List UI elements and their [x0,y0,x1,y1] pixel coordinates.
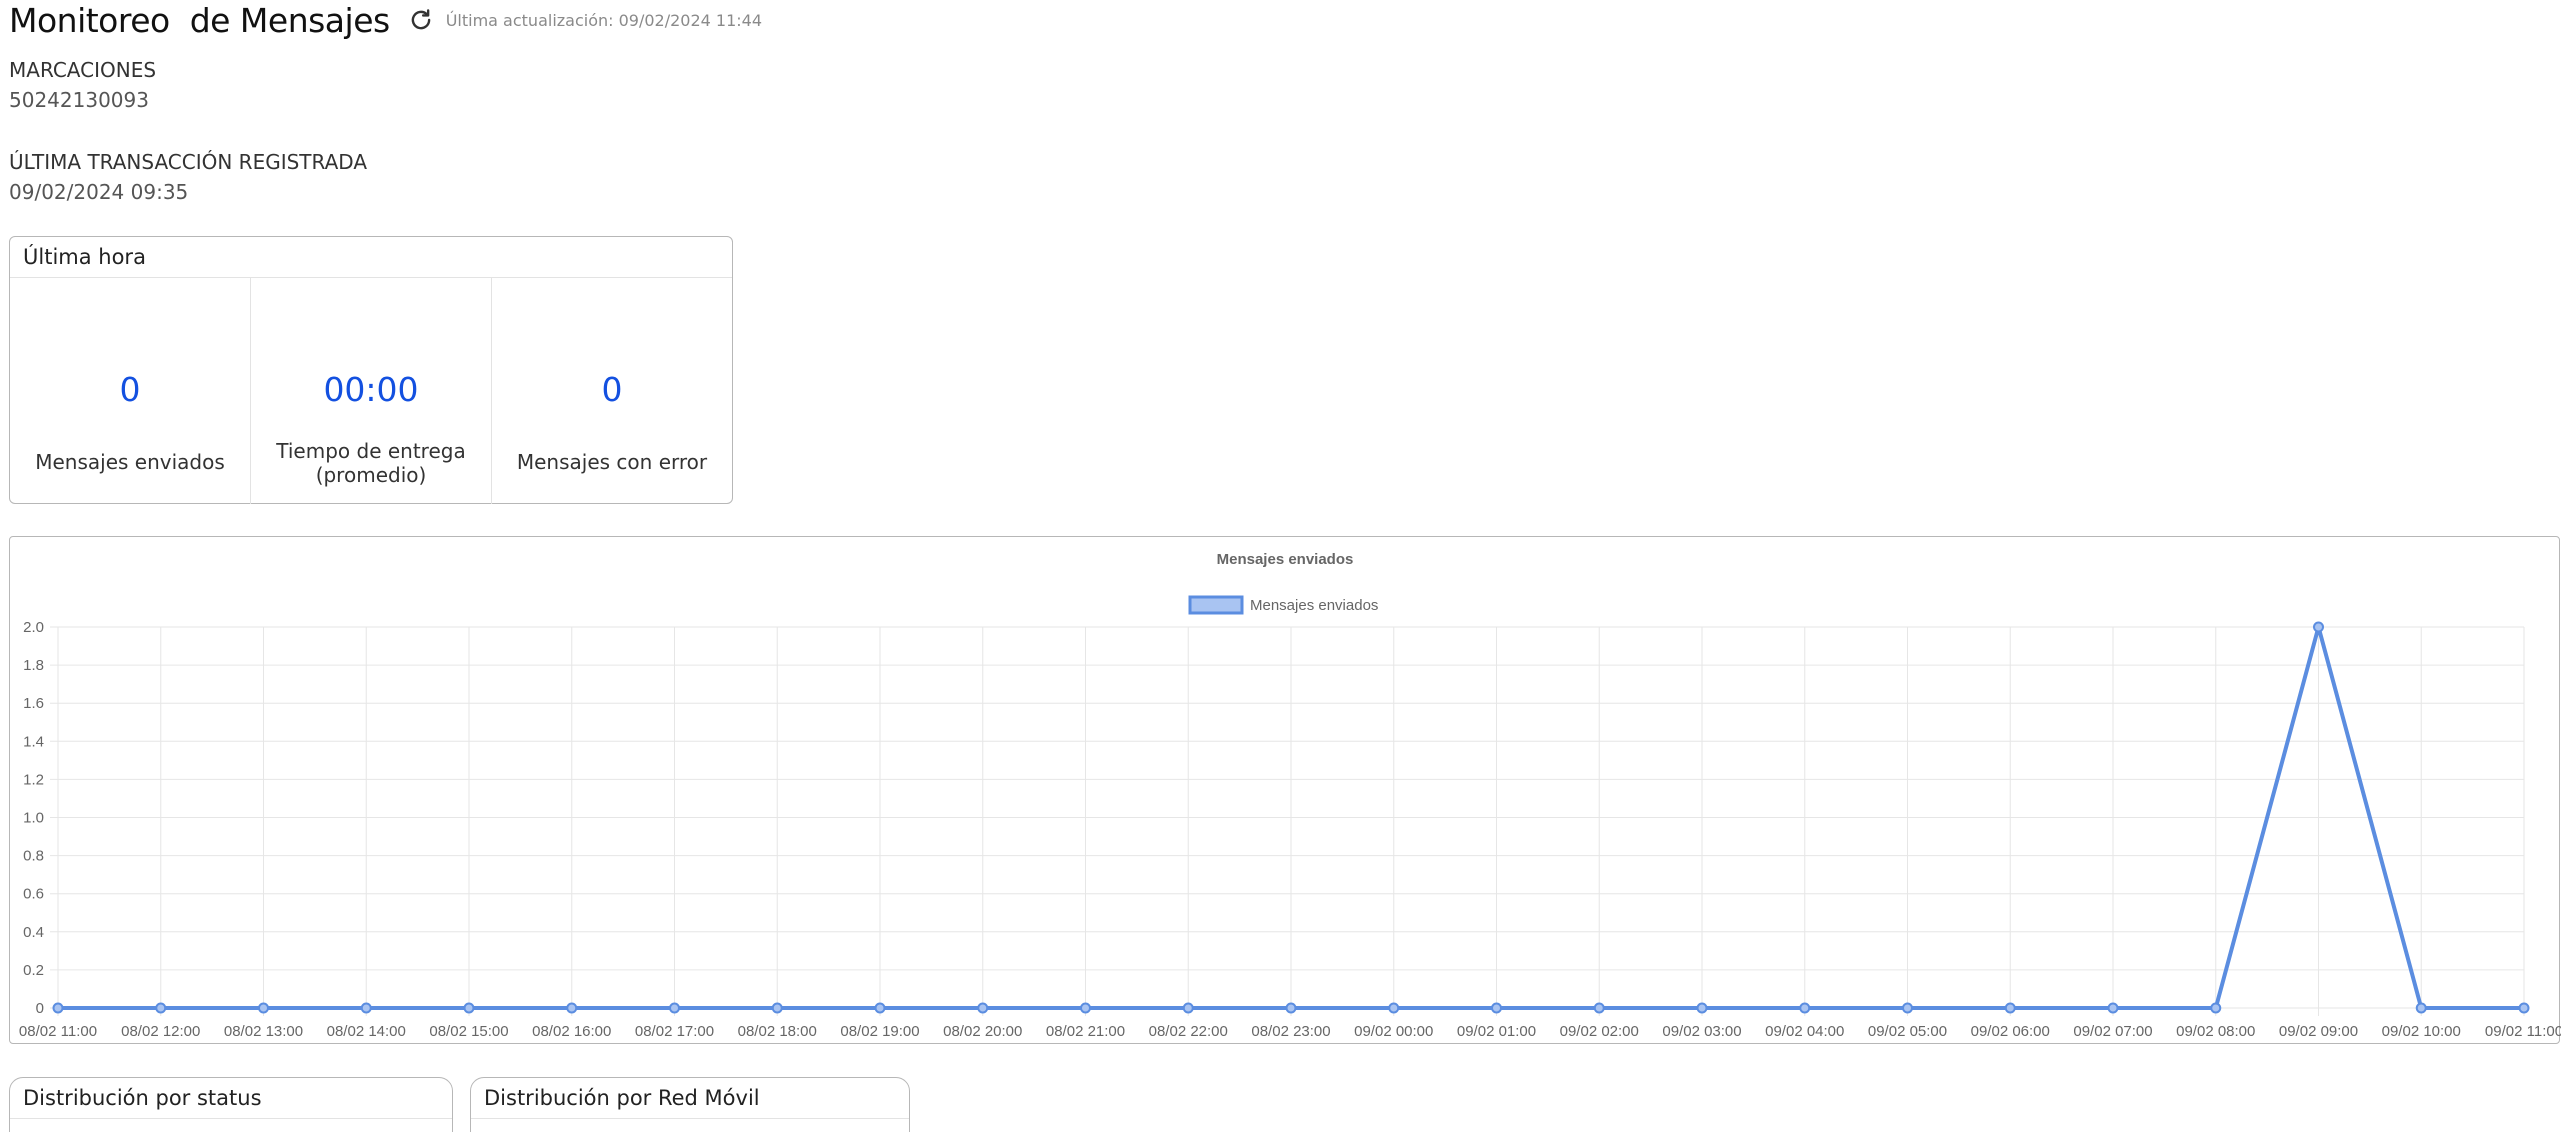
stat-label: Mensajes enviados [35,450,225,474]
status-distribution-title: Distribución por status [10,1078,452,1119]
y-tick-label: 2.0 [23,619,44,636]
data-point [2004,1002,2016,1014]
data-point [1285,1002,1297,1014]
x-tick-label: 08/02 22:00 [1149,1023,1228,1040]
stat-label-line1: Tiempo de entrega [276,439,466,463]
x-tick-label: 09/02 11:00 [2485,1023,2561,1040]
x-tick-label: 08/02 19:00 [840,1023,919,1040]
x-tick-label: 08/02 11:00 [19,1023,97,1040]
x-tick-label: 09/02 09:00 [2279,1023,2358,1040]
x-tick-label: 08/02 12:00 [121,1023,200,1040]
legend-swatch [1188,595,1244,615]
x-tick-label: 08/02 18:00 [738,1023,817,1040]
data-point [2518,1002,2530,1014]
y-tick-label: 0.4 [23,924,44,941]
data-point [155,1002,167,1014]
stat-mensajes-error: 0 Mensajes con error [492,278,732,504]
x-tick-label: 08/02 17:00 [635,1023,714,1040]
marcaciones-label: MARCACIONES [9,58,157,82]
x-tick-label: 09/02 02:00 [1560,1023,1639,1040]
refresh-button[interactable] [406,5,436,35]
ultima-hora-title: Última hora [10,237,732,278]
x-tick-label: 08/02 15:00 [429,1023,508,1040]
y-tick-label: 0 [36,1000,44,1017]
x-tick-label: 08/02 16:00 [532,1023,611,1040]
data-point [52,1002,64,1014]
data-point [566,1002,578,1014]
last-update-text: Última actualización: 09/02/2024 11:44 [445,10,763,30]
data-point [1593,1002,1605,1014]
ultima-transaccion-value: 09/02/2024 09:35 [9,180,189,204]
chart-title: Mensajes enviados [1217,551,1354,568]
data-point [771,1002,783,1014]
data-point [2415,1002,2427,1014]
ultima-hora-card: Última hora 0 Mensajes enviados 00:00 Ti… [9,236,733,504]
legend-label: Mensajes enviados [1250,597,1378,614]
data-point [1696,1002,1708,1014]
y-tick-label: 1.8 [23,657,44,674]
y-tick-label: 0.2 [23,962,44,979]
ultima-transaccion-label: ÚLTIMA TRANSACCIÓN REGISTRADA [9,150,368,174]
data-point [1388,1002,1400,1014]
data-point [1799,1002,1811,1014]
data-point [1902,1002,1913,1014]
red-movil-distribution-title: Distribución por Red Móvil [471,1078,909,1119]
stat-tiempo-entrega: 00:00 Tiempo de entrega (promedio) [251,278,492,504]
red-movil-distribution-card: Distribución por Red Móvil [470,1077,910,1132]
x-tick-label: 08/02 20:00 [943,1023,1022,1040]
y-tick-label: 0.6 [23,886,44,903]
marcaciones-value: 50242130093 [9,88,149,112]
x-tick-label: 08/02 21:00 [1046,1023,1125,1040]
y-tick-label: 0.8 [23,848,44,865]
x-tick-label: 09/02 07:00 [2073,1023,2152,1040]
x-tick-label: 09/02 04:00 [1765,1023,1844,1040]
data-point [874,1002,886,1014]
x-tick-label: 09/02 06:00 [1971,1023,2050,1040]
x-tick-label: 08/02 14:00 [327,1023,406,1040]
refresh-icon [411,9,431,30]
data-point [360,1002,372,1014]
data-point [2210,1002,2222,1014]
stat-label-line2: (promedio) [315,463,427,487]
y-tick-label: 1.2 [23,771,44,788]
x-tick-label: 08/02 23:00 [1251,1023,1330,1040]
x-tick-label: 09/02 08:00 [2176,1023,2255,1040]
y-tick-label: 1.0 [23,810,44,827]
stat-mensajes-enviados: 0 Mensajes enviados [10,278,251,504]
stat-value: 0 [119,370,141,409]
data-point [1080,1002,1091,1014]
stat-value: 0 [601,370,623,409]
x-tick-label: 09/02 05:00 [1868,1023,1947,1040]
data-point [1491,1002,1502,1014]
data-point [977,1002,989,1014]
x-tick-label: 09/02 03:00 [1662,1023,1741,1040]
data-point [1182,1002,1194,1014]
page: Monitoreo de Mensajes Última actualizaci… [0,0,2572,1132]
data-point [258,1002,269,1014]
data-point [669,1002,680,1014]
header: Monitoreo de Mensajes Última actualizaci… [9,0,762,40]
mensajes-chart: Mensajes enviados Mensajes enviados 0 0.2 0.… [19,551,2561,1040]
x-tick-label: 09/02 00:00 [1354,1023,1433,1040]
stat-label: Mensajes con error [516,450,708,474]
x-tick-label: 08/02 13:00 [224,1023,303,1040]
data-point [2107,1002,2119,1014]
x-tick-label: 09/02 10:00 [2382,1023,2461,1040]
stat-label: Tiempo de entrega (promedio) [251,439,491,487]
status-distribution-card: Distribución por status [9,1077,453,1132]
data-point [463,1002,475,1014]
stats-row: 0 Mensajes enviados 00:00 Tiempo de entr… [10,278,732,504]
stat-value: 00:00 [323,370,419,409]
data-point [2313,621,2324,633]
chart-card: Mensajes enviados Mensajes enviados 0 0.2 0.… [9,536,2561,1044]
y-tick-label: 1.6 [23,695,44,712]
x-tick-label: 09/02 01:00 [1457,1023,1536,1040]
page-title: Monitoreo de Mensajes [9,0,390,40]
y-tick-label: 1.4 [23,733,44,750]
